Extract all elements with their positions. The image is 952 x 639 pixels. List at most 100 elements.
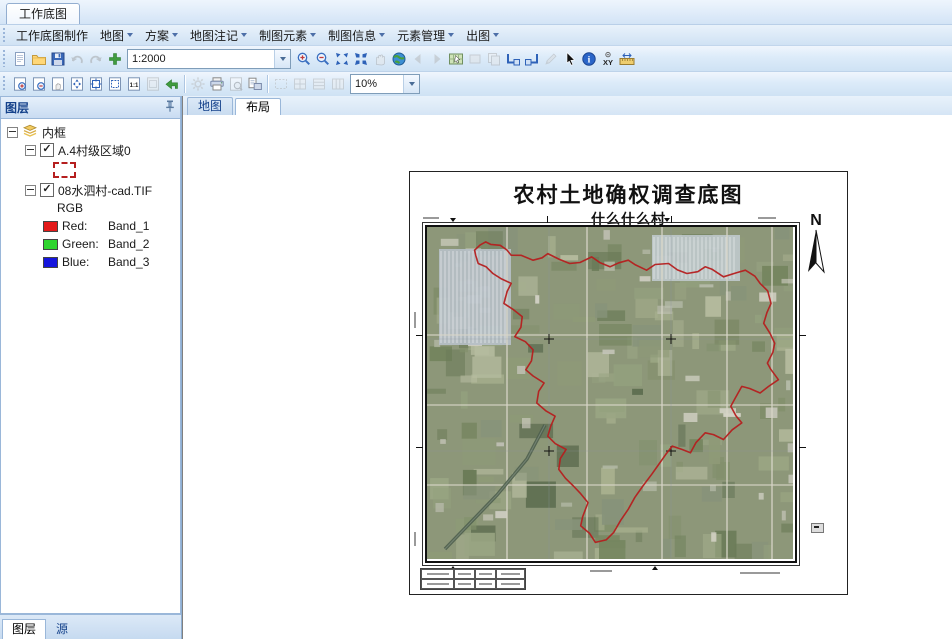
layout-zoom-combo[interactable]: 10% [350, 74, 420, 94]
table-cell [421, 569, 454, 579]
chevron-down-icon [241, 33, 247, 37]
band-row-green[interactable]: Green: Band_2 [1, 235, 180, 253]
layout-pan-icon[interactable] [48, 74, 67, 94]
main-toolbar: 1:2000 i XY [0, 46, 952, 72]
save-icon[interactable] [48, 49, 67, 69]
svg-text:i: i [587, 55, 590, 65]
sketch-tool-1-icon[interactable] [503, 49, 522, 69]
pin-icon[interactable] [164, 99, 176, 116]
identify-icon[interactable]: i [579, 49, 598, 69]
collapse-icon[interactable] [25, 145, 36, 156]
band-row-red[interactable]: Red: Band_1 [1, 217, 180, 235]
zoom-in-icon[interactable] [294, 49, 313, 69]
layout-zoom-out-icon[interactable] [29, 74, 48, 94]
frame-tick [450, 218, 456, 222]
print-icon[interactable] [207, 74, 226, 94]
layer-visibility-checkbox[interactable]: ✓ [40, 143, 54, 157]
tab-layers[interactable]: 图层 [2, 619, 46, 639]
layout-page[interactable]: 农村土地确权调查底图 什么什么村 [409, 171, 848, 595]
toolbar-separator [184, 75, 185, 93]
align-grid-3-icon [328, 74, 347, 94]
chevron-down-icon[interactable] [403, 75, 419, 93]
menu-item-7[interactable]: 出图 [460, 25, 505, 46]
toolbar-grip[interactable] [2, 28, 7, 42]
document-tab-strip: 工作底图 [0, 0, 952, 25]
zoom-page-extent-icon[interactable] [86, 74, 105, 94]
frame-tick [664, 218, 670, 222]
tree-node-label: 08水泗村-cad.TIF [58, 182, 152, 199]
green-band-swatch [43, 239, 58, 250]
layers-stack-icon [22, 124, 38, 141]
band-name-label: Band_2 [108, 237, 149, 251]
menu-item-label: 元素管理 [397, 27, 445, 44]
micro-text [590, 570, 612, 572]
menu-item-4[interactable]: 制图元素 [253, 25, 322, 46]
map-frame [422, 222, 800, 566]
layers-tree: 内框 ✓ A.4村级区域0 ✓ 08水泗村-cad.TIF RGB Red: B… [0, 119, 181, 614]
document-tab[interactable]: 工作底图 [6, 3, 80, 24]
select-elements-icon[interactable] [560, 49, 579, 69]
layers-panel: 图层 内框 ✓ A.4村级区域0 [0, 96, 182, 639]
zoom-out-icon[interactable] [313, 49, 332, 69]
zoom-to-rectangle-icon[interactable] [105, 74, 124, 94]
north-arrow[interactable]: N [802, 214, 830, 283]
layers-panel-header: 图层 [0, 96, 181, 119]
menu-item-0[interactable]: 工作底图制作 [10, 25, 94, 46]
page-setup-icon[interactable] [245, 74, 264, 94]
select-frame-icon [271, 74, 290, 94]
layer-visibility-checkbox[interactable]: ✓ [40, 183, 54, 197]
frame-tick [652, 566, 658, 570]
collapse-icon[interactable] [7, 127, 18, 138]
align-grid-2-icon [309, 74, 328, 94]
toolbar-grip[interactable] [2, 50, 7, 68]
add-data-icon[interactable] [105, 49, 124, 69]
tab-map-view[interactable]: 地图 [187, 97, 233, 115]
redo-icon [86, 49, 105, 69]
layout-canvas[interactable]: 农村土地确权调查底图 什么什么村 [183, 115, 952, 639]
north-label: N [802, 214, 830, 228]
menu-item-3[interactable]: 地图注记 [184, 25, 253, 46]
village-layer-symbol[interactable] [1, 159, 180, 181]
open-folder-icon[interactable] [29, 49, 48, 69]
new-document-icon[interactable] [10, 49, 29, 69]
menu-item-6[interactable]: 元素管理 [391, 25, 460, 46]
map-info-table [420, 568, 526, 590]
tree-node-frame[interactable]: 内框 [1, 123, 180, 141]
map-scale-combo-value[interactable]: 1:2000 [128, 53, 274, 65]
sketch-tool-2-icon[interactable] [522, 49, 541, 69]
band-channel-label: Green: [62, 237, 104, 251]
menu-item-2[interactable]: 方案 [139, 25, 184, 46]
tree-node-village-layer[interactable]: ✓ A.4村级区域0 [1, 141, 180, 159]
tree-node-raster-layer[interactable]: ✓ 08水泗村-cad.TIF [1, 181, 180, 199]
full-extent-icon[interactable] [351, 49, 370, 69]
tab-layout-view[interactable]: 布局 [235, 98, 281, 116]
menu-bar: 工作底图制作地图方案地图注记制图元素制图信息 元素管理出图 [0, 25, 952, 46]
layout-zoom-in-icon[interactable] [10, 74, 29, 94]
globe-icon[interactable] [389, 49, 408, 69]
go-to-xy-icon[interactable]: XY [598, 49, 617, 69]
grid-tick [799, 447, 806, 448]
zoom-one-to-one-icon[interactable]: 1:1 [124, 74, 143, 94]
band-row-blue[interactable]: Blue: Band_3 [1, 253, 180, 271]
chevron-down-icon[interactable] [274, 50, 290, 68]
go-back-extent-icon[interactable] [162, 74, 181, 94]
menu-item-1[interactable]: 地图 [94, 25, 139, 46]
measure-icon[interactable] [617, 49, 636, 69]
select-by-rectangle-icon[interactable] [446, 49, 465, 69]
menu-item-label: 制图信息 [328, 27, 376, 44]
blue-band-swatch [43, 257, 58, 268]
north-arrow-icon [803, 228, 829, 280]
toolbar-grip[interactable] [2, 76, 7, 93]
layout-zoom-combo-value[interactable]: 10% [351, 78, 403, 90]
grid-tick [416, 447, 423, 448]
fixed-zoom-in-icon[interactable] [332, 49, 351, 69]
mini-legend-symbol[interactable] [811, 523, 824, 533]
pan-icon [370, 49, 389, 69]
tab-source[interactable]: 源 [47, 620, 77, 639]
map-scale-combo[interactable]: 1:2000 [127, 49, 291, 69]
collapse-icon[interactable] [25, 185, 36, 196]
menu-item-5[interactable]: 制图信息 [322, 25, 391, 46]
tree-node-label: 内框 [42, 124, 66, 141]
grid-tick [671, 216, 672, 223]
zoom-whole-page-icon[interactable] [67, 74, 86, 94]
